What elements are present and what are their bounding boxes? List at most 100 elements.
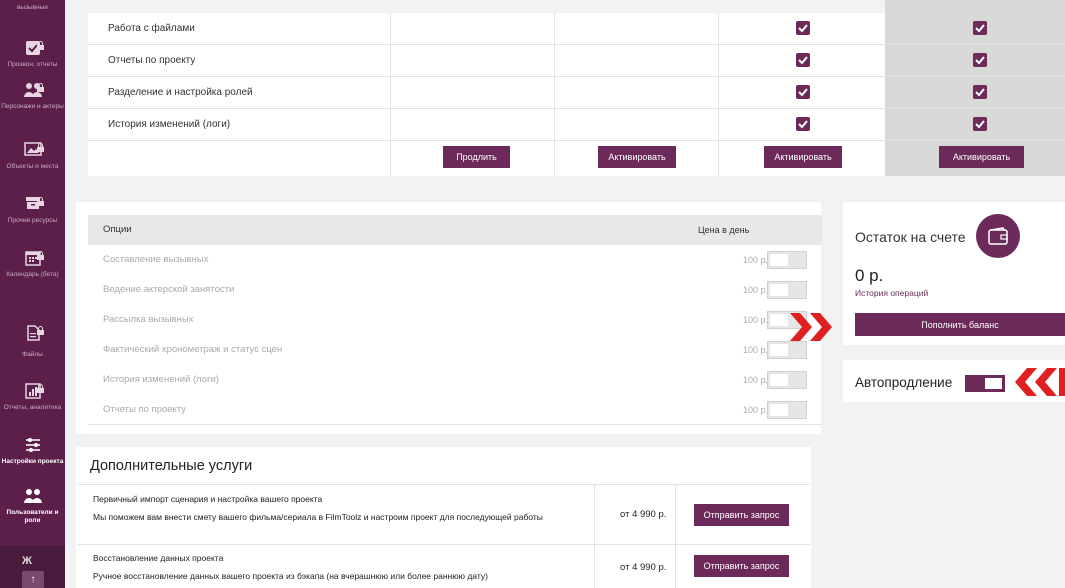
sidebar-item-characters[interactable]: Персонажи и актеры: [0, 82, 65, 111]
option-name: Отчеты по проекту: [103, 404, 187, 415]
lock-icon: [36, 143, 44, 152]
app-letter-logo: Ж: [22, 555, 32, 567]
option-row: Составление вызывных 100 р.: [88, 245, 822, 275]
picture-icon: [13, 142, 53, 160]
sidebar-item-label: Настройки проекта: [1, 458, 64, 465]
send-request-button[interactable]: Отправить запрос: [694, 555, 789, 577]
people-icon: [13, 82, 53, 100]
option-row: Рассылка вызывных 100 р.: [88, 305, 822, 335]
sidebar-item-reports[interactable]: Отчеты, аналитика: [0, 383, 65, 412]
checkbox-checked-icon: [796, 21, 810, 35]
extend-plan-button[interactable]: Продлить: [443, 146, 510, 168]
checkbox-checked-icon: [973, 21, 987, 35]
options-table-header: Опции Цена в день: [88, 215, 822, 245]
option-name: Ведение актерской занятости: [103, 284, 235, 295]
checkbox-checked-icon: [973, 117, 987, 131]
plans-table: Работа с файлами Отчеты по проекту Разде…: [88, 13, 1065, 176]
balance-amount: 0 р.: [855, 266, 884, 285]
toggle-knob: [770, 254, 788, 266]
option-price: 100 р.: [742, 405, 768, 415]
service-row: Восстановление данных проекта Ручное вос…: [78, 545, 810, 588]
operations-history-link[interactable]: История операций: [855, 288, 928, 298]
activate-plan-button[interactable]: Активировать: [939, 146, 1024, 168]
option-toggle[interactable]: [767, 401, 807, 419]
service-row: Первичный импорт сценария и настройка ва…: [78, 484, 810, 544]
sidebar-item-label: Персонажи и актеры: [1, 103, 64, 110]
send-request-button[interactable]: Отправить запрос: [694, 504, 789, 526]
services-title: Дополнительные услуги: [90, 458, 253, 474]
lock-icon: [36, 384, 44, 393]
service-column-divider: [594, 545, 595, 588]
check-icon: [13, 40, 53, 58]
toggle-knob: [770, 404, 788, 416]
chart-icon: [13, 383, 53, 401]
scroll-top-button[interactable]: ↑: [22, 571, 44, 588]
option-toggle[interactable]: [767, 281, 807, 299]
options-header-price: Цена в день: [698, 225, 750, 235]
sidebar-footer: Ж ↑: [0, 546, 65, 588]
service-column-divider: [675, 545, 676, 588]
users-icon: [13, 488, 53, 506]
feature-name: Работа с файлами: [108, 23, 195, 34]
checkbox-checked-icon: [796, 117, 810, 131]
topup-balance-button[interactable]: Пополнить баланс: [855, 313, 1065, 336]
option-toggle[interactable]: [767, 251, 807, 269]
activate-plan-button[interactable]: Активировать: [598, 146, 676, 168]
autorenew-label: Автопродление: [855, 375, 953, 390]
option-price: 100 р.: [742, 375, 768, 385]
options-bottom-divider: [88, 424, 822, 425]
service-column-divider: [675, 484, 676, 544]
autorenew-toggle[interactable]: [965, 375, 1005, 392]
feature-row: История изменений (логи): [88, 109, 1065, 140]
option-name: Рассылка вызывных: [103, 314, 194, 325]
lock-icon: [36, 326, 44, 335]
option-name: Фактический хронометраж и статус сцен: [103, 344, 283, 355]
calendar-icon: [13, 250, 53, 268]
sidebar-item-calls-reports[interactable]: Прозвон, отчеты: [0, 40, 65, 69]
service-name: Первичный импорт сценария и настройка ва…: [93, 494, 323, 504]
feature-name: История изменений (логи): [108, 119, 231, 130]
option-price: 100 р.: [742, 315, 768, 325]
service-price: от 4 990 р.: [620, 562, 667, 573]
checkbox-checked-icon: [973, 85, 987, 99]
checkbox-checked-icon: [796, 53, 810, 67]
sidebar-item-label: Объекты и места: [6, 163, 59, 170]
feature-name: Разделение и настройка ролей: [108, 87, 253, 98]
option-row: Отчеты по проекту 100 р.: [88, 395, 822, 425]
file-icon: [13, 325, 53, 343]
sidebar-item-label: Отчеты, аналитика: [3, 404, 62, 411]
service-description: Мы поможем вам внести смету вашего фильм…: [93, 512, 543, 522]
sidebar-item-label: Файлы: [22, 351, 43, 358]
balance-title: Остаток на счете: [855, 229, 966, 245]
toggle-knob: [770, 374, 788, 386]
option-toggle[interactable]: [767, 371, 807, 389]
highlight-arrow-left-icon: [1015, 368, 1065, 396]
sidebar-item-users-roles[interactable]: Пользователи и роли: [0, 488, 65, 525]
option-row: История изменений (логи) 100 р.: [88, 365, 822, 395]
lock-icon: [36, 83, 44, 92]
sidebar-item-project-settings[interactable]: Настройки проекта: [0, 437, 65, 466]
sidebar-item-calendar[interactable]: Календарь (бета): [0, 250, 65, 279]
toggle-knob: [770, 344, 788, 356]
toggle-knob: [985, 378, 1002, 389]
checkbox-checked-icon: [973, 53, 987, 67]
activate-plan-button[interactable]: Активировать: [764, 146, 842, 168]
sidebar-item-label: Пользователи и роли: [6, 509, 59, 524]
sidebar-top-label[interactable]: вызывные: [0, 4, 65, 11]
option-toggle[interactable]: [767, 341, 807, 359]
option-price: 100 р.: [742, 255, 768, 265]
sidebar-item-objects[interactable]: Объекты и места: [0, 142, 65, 171]
sidebar-item-other-resources[interactable]: Прочие ресурсы: [0, 196, 65, 225]
feature-row: Разделение и настройка ролей: [88, 77, 1065, 108]
feature-name: Отчеты по проекту: [108, 55, 196, 66]
feature-row: Отчеты по проекту: [88, 45, 1065, 76]
option-name: Составление вызывных: [103, 254, 209, 265]
sidebar-item-files[interactable]: Файлы: [0, 325, 65, 359]
lock-icon: [36, 41, 44, 50]
options-header-title: Опции: [103, 224, 132, 235]
sliders-icon: [13, 437, 53, 455]
sidebar-item-label: Календарь (бета): [6, 271, 59, 278]
feature-row: Работа с файлами: [88, 13, 1065, 44]
toggle-knob: [770, 314, 788, 326]
service-name: Восстановление данных проекта: [93, 553, 224, 563]
